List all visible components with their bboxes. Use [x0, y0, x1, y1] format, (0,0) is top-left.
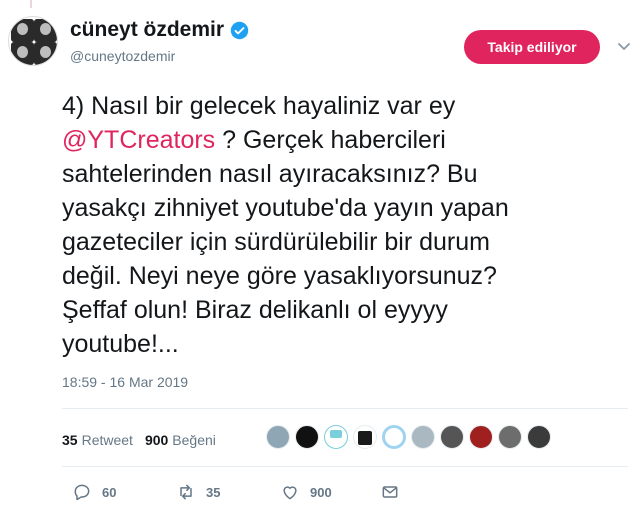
tweet-line: değil. Neyi neye göre yasaklıyorsunuz? — [62, 262, 497, 290]
liker-avatar[interactable] — [527, 425, 551, 449]
tweet-timestamp[interactable]: 18:59 - 16 Mar 2019 — [62, 374, 188, 390]
tweet-line: yasakçı zihniyet youtube'da yayın yapan — [62, 194, 509, 222]
following-button[interactable]: Takip ediliyor — [464, 30, 600, 64]
liker-avatar[interactable] — [353, 425, 377, 449]
like-label[interactable]: Beğeni — [172, 432, 216, 448]
retweet-icon — [180, 484, 192, 500]
tweet-line-text: ? Gerçek habercileri — [215, 126, 446, 154]
tweet-line: Şeffaf olun! Biraz delikanlı ol eyyyy — [62, 296, 448, 324]
retweet-label[interactable]: Retweet — [82, 432, 133, 448]
tweet-header: cüneyt özdemir @cuneytozdemir Takip edil… — [8, 14, 632, 74]
reply-count: 60 — [102, 484, 117, 500]
retweet-button[interactable]: 35 — [176, 482, 236, 502]
mention-link[interactable]: @YTCreators — [62, 126, 215, 154]
user-names: cüneyt özdemir @cuneytozdemir — [70, 18, 249, 64]
reply-icon — [74, 484, 90, 501]
verified-badge-icon — [230, 21, 249, 39]
like-count[interactable]: 900 — [145, 432, 168, 448]
direct-message-button[interactable] — [380, 482, 410, 502]
envelope-icon — [382, 486, 398, 498]
liker-avatar[interactable] — [440, 425, 464, 449]
tweet-stats: 35 Retweet 900 Beğeni — [62, 426, 216, 454]
chevron-down-icon[interactable] — [614, 36, 634, 56]
avatar[interactable] — [8, 16, 58, 66]
liker-avatar[interactable] — [266, 425, 290, 449]
liker-avatar[interactable] — [411, 425, 435, 449]
tweet-line: 4) Nasıl bir gelecek hayaliniz var ey — [62, 92, 456, 120]
thread-connector-line — [30, 0, 32, 8]
like-action-count: 900 — [310, 484, 332, 500]
user-handle[interactable]: @cuneytozdemir — [70, 48, 249, 64]
display-name-text[interactable]: cüneyt özdemir — [70, 18, 224, 42]
retweet-action-count: 35 — [206, 484, 221, 500]
tweet-line: @YTCreators ? Gerçek habercileri — [62, 123, 628, 157]
divider — [62, 466, 628, 467]
display-name[interactable]: cüneyt özdemir — [70, 18, 249, 42]
heart-icon — [283, 486, 297, 500]
tweet-actions: 60 35 900 — [72, 480, 410, 504]
reply-button[interactable]: 60 — [72, 482, 132, 502]
liker-avatar[interactable] — [295, 425, 319, 449]
likers-avatars — [266, 425, 556, 449]
tweet-text: 4) Nasıl bir gelecek hayaliniz var ey @Y… — [62, 89, 628, 361]
liker-avatar[interactable] — [382, 425, 406, 449]
tweet-line: gazeteciler için sürdürülebilir bir duru… — [62, 228, 490, 256]
retweet-count[interactable]: 35 — [62, 432, 78, 448]
tweet-line: sahtelerinden nasıl ayıracaksınız? Bu — [62, 160, 478, 188]
liker-avatar[interactable] — [469, 425, 493, 449]
like-button[interactable]: 900 — [280, 482, 340, 502]
liker-avatar[interactable] — [498, 425, 522, 449]
tweet-line: youtube!... — [62, 330, 179, 358]
divider — [62, 408, 628, 409]
liker-avatar[interactable] — [324, 425, 348, 449]
